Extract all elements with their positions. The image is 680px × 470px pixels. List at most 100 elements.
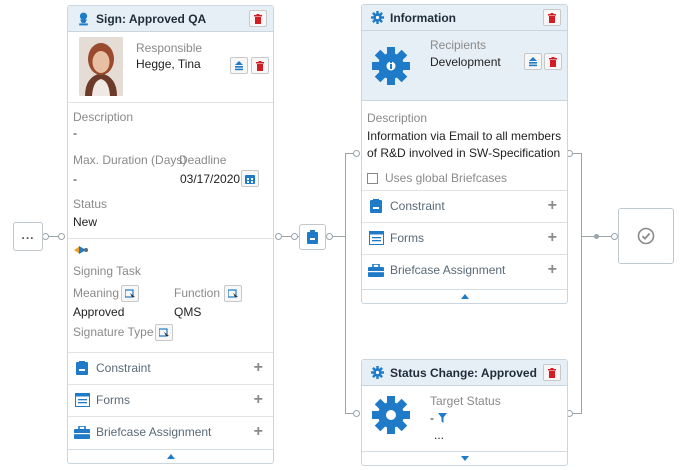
target-status-value: - — [430, 411, 434, 425]
connector-knob — [353, 410, 360, 417]
divider — [68, 102, 273, 103]
collapse-sign-card-button[interactable] — [68, 449, 273, 463]
constraint-icon — [74, 360, 90, 376]
trash-icon — [548, 12, 556, 23]
forms-icon — [74, 392, 90, 408]
end-node[interactable] — [618, 208, 674, 264]
status-change-card-title: Status Change: Approved — [390, 365, 537, 380]
information-card-title: Information — [390, 10, 456, 25]
connector-knob — [42, 233, 49, 240]
delete-sign-button[interactable] — [249, 10, 267, 27]
function-select-button[interactable] — [224, 285, 242, 302]
constraint-label: Constraint — [390, 199, 445, 213]
constraint-label: Constraint — [96, 361, 151, 375]
status-label: Status — [73, 197, 108, 211]
signature-type-select-button[interactable] — [155, 324, 173, 341]
add-form-button[interactable]: + — [548, 230, 557, 246]
deadline-calendar-button[interactable] — [241, 170, 259, 187]
responsible-value: Hegge, Tina — [136, 57, 201, 71]
meaning-value: Approved — [73, 305, 125, 319]
reassign-recipients-button[interactable] — [524, 53, 542, 70]
meaning-label: Meaning — [73, 286, 120, 300]
start-node-label: ... — [21, 227, 35, 242]
target-status-label: Target Status — [430, 394, 501, 408]
chevron-down-icon — [460, 456, 469, 461]
deadline-label: Deadline — [179, 153, 227, 167]
chevron-up-icon — [460, 294, 469, 299]
duration-label: Max. Duration (Days) — [73, 153, 187, 167]
connector-dot — [594, 234, 599, 239]
add-briefcase-button[interactable]: + — [548, 262, 557, 278]
expand-status-change-card-button[interactable] — [362, 451, 567, 465]
swap-icon — [235, 60, 243, 70]
global-briefcases-checkbox-row[interactable]: Uses global Briefcases — [367, 171, 507, 185]
connector-knob — [326, 233, 333, 240]
briefcase-label: Briefcase Assignment — [390, 263, 506, 277]
trash-icon — [254, 13, 262, 24]
add-briefcase-button[interactable]: + — [254, 424, 263, 440]
briefcase-icon — [368, 262, 384, 278]
delete-recipients-button[interactable] — [544, 53, 562, 70]
forms-label: Forms — [390, 231, 424, 245]
information-card-header: Information — [362, 5, 567, 31]
delete-responsible-button[interactable] — [251, 57, 269, 74]
delete-status-change-button[interactable] — [543, 364, 561, 381]
deadline-value: 03/17/2020 — [180, 172, 241, 186]
parallel-split-node[interactable] — [299, 224, 326, 250]
global-briefcases-checkbox[interactable] — [367, 172, 378, 184]
recipients-value: Development — [430, 55, 501, 69]
info-constraint-section[interactable]: Constraint + — [362, 190, 567, 221]
start-node[interactable]: ... — [13, 222, 43, 251]
information-gear-icon — [371, 46, 411, 89]
sign-card-title: Sign: Approved QA — [96, 11, 207, 26]
add-constraint-button[interactable]: + — [548, 198, 557, 214]
pick-icon — [124, 288, 135, 299]
connector-merge-vertical — [581, 153, 582, 413]
sign-forms-section[interactable]: Forms + — [68, 384, 273, 415]
info-description-value: Information via Email to all members of … — [367, 129, 562, 160]
filter-icon[interactable] — [438, 413, 447, 423]
forms-icon — [368, 230, 384, 246]
info-forms-section[interactable]: Forms + — [362, 222, 567, 253]
responsible-label: Responsible — [136, 41, 203, 55]
avatar — [79, 37, 123, 96]
function-value: QMS — [174, 305, 202, 319]
sign-briefcase-section[interactable]: Briefcase Assignment + — [68, 416, 273, 447]
information-recipient-area: Recipients Development — [362, 31, 567, 101]
divider — [68, 238, 273, 239]
meaning-select-button[interactable] — [121, 285, 139, 302]
briefcase-icon — [74, 424, 90, 440]
briefcase-split-icon — [307, 229, 318, 244]
pick-icon — [227, 288, 238, 299]
add-form-button[interactable]: + — [254, 392, 263, 408]
function-label: Function — [174, 286, 221, 300]
reassign-responsible-button[interactable] — [230, 57, 248, 74]
constraint-icon — [368, 198, 384, 214]
duration-value: - — [73, 172, 77, 186]
gear-icon — [370, 366, 384, 380]
trash-icon — [256, 60, 264, 71]
description-value: - — [73, 126, 77, 140]
target-status-more: ... — [434, 428, 445, 442]
recipients-label: Recipients — [430, 38, 487, 52]
trash-icon — [549, 56, 557, 67]
chevron-up-icon — [166, 454, 175, 459]
collapse-information-card-button[interactable] — [362, 289, 567, 303]
swap-icon — [529, 56, 537, 66]
delete-information-button[interactable] — [543, 9, 561, 26]
status-value: New — [73, 215, 98, 229]
info-briefcase-section[interactable]: Briefcase Assignment + — [362, 254, 567, 285]
signing-task-icon — [73, 244, 89, 259]
pick-icon — [158, 327, 169, 338]
status-change-card[interactable]: Status Change: Approved Target Status - … — [361, 359, 568, 466]
status-gear-icon — [371, 395, 411, 438]
connector-knob — [291, 233, 298, 240]
sign-constraint-section[interactable]: Constraint + — [68, 352, 273, 383]
global-briefcases-label: Uses global Briefcases — [385, 171, 508, 185]
add-constraint-button[interactable]: + — [254, 360, 263, 376]
sign-card[interactable]: Sign: Approved QA Responsible Hegge, Tin… — [67, 5, 274, 464]
information-card[interactable]: Information Recipients Development Descr… — [361, 4, 568, 304]
signature-type-label: Signature Type — [73, 325, 154, 339]
signature-pin-icon — [76, 12, 90, 26]
connector-knob — [353, 150, 360, 157]
